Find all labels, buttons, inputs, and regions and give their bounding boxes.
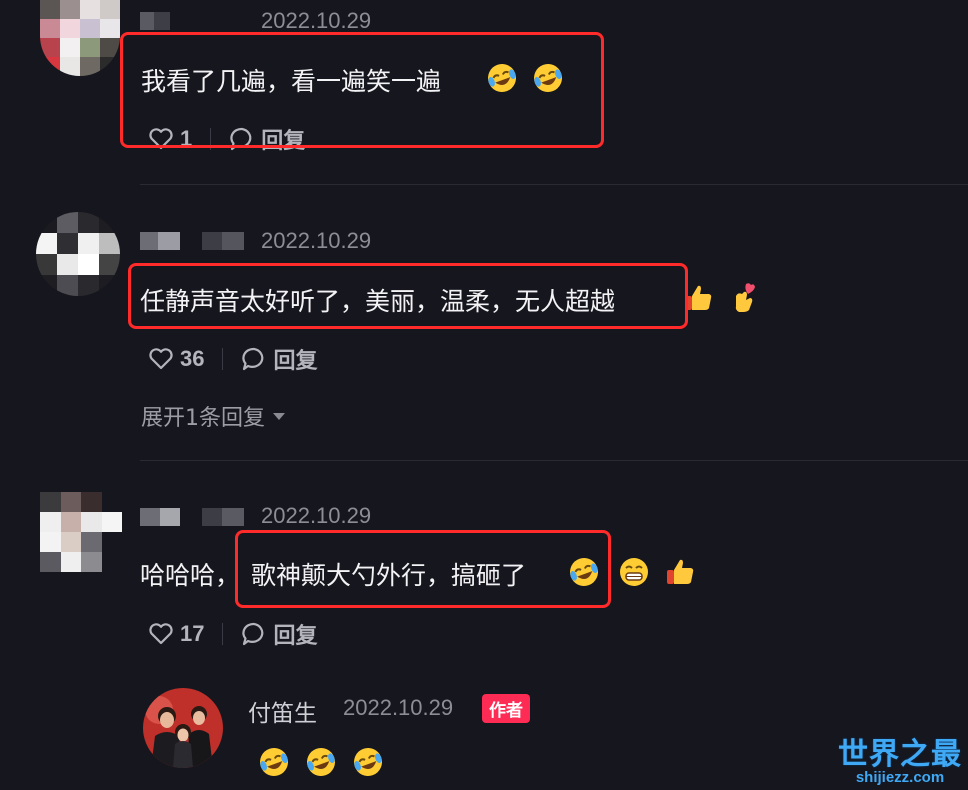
site-watermark: 世界之最 shijiezz.com (838, 729, 962, 786)
expand-replies-label: 展开1条回复 (141, 406, 265, 431)
like-count: 17 (180, 621, 205, 646)
username-blurred[interactable] (140, 12, 170, 30)
laughing-tears-emoji (307, 748, 335, 776)
watermark-title: 世界之最 (838, 737, 962, 772)
author-name[interactable]: 付笛生 (248, 694, 317, 728)
comment-date: 2022.10.29 (261, 228, 372, 253)
comment-divider (140, 184, 968, 185)
grinning-emoji (620, 558, 648, 586)
username-blurred[interactable] (140, 508, 244, 526)
comment-date: 2022.10.29 (261, 8, 372, 33)
heart-icon[interactable] (148, 622, 174, 646)
avatar[interactable] (40, 492, 122, 572)
comment-actions: 36 回复 (148, 344, 318, 374)
laughing-tears-emoji (260, 748, 288, 776)
comment-bubble-icon[interactable] (241, 346, 267, 372)
reply-date: 2022.10.29 (343, 695, 454, 720)
divider (222, 623, 224, 645)
heart-icon[interactable] (148, 347, 174, 371)
highlight-box (120, 32, 604, 148)
comment-date: 2022.10.29 (261, 503, 372, 528)
comment-divider (140, 460, 968, 461)
finger-heart-emoji (735, 283, 755, 312)
highlight-box (235, 530, 611, 608)
comment-bubble-icon[interactable] (241, 621, 267, 647)
divider (222, 348, 224, 370)
avatar[interactable] (36, 212, 120, 296)
thumbs-up-emoji (667, 559, 694, 584)
avatar[interactable] (40, 0, 120, 76)
username-blurred[interactable] (140, 232, 244, 250)
author-badge: 作者 (482, 694, 530, 723)
like-count: 36 (180, 346, 205, 371)
highlight-box (128, 263, 688, 329)
watermark-url: shijiezz.com (855, 769, 945, 786)
comment-text-prefix: 哈哈哈， (140, 561, 241, 590)
reply-button[interactable]: 回复 (273, 618, 317, 650)
expand-replies-button[interactable]: 展开1条回复 (141, 400, 285, 432)
comment-actions: 17 回复 (148, 619, 318, 649)
author-avatar[interactable] (143, 688, 223, 768)
laughing-tears-emoji (354, 748, 382, 776)
reply-button[interactable]: 回复 (273, 343, 317, 375)
caret-down-icon (273, 412, 285, 420)
